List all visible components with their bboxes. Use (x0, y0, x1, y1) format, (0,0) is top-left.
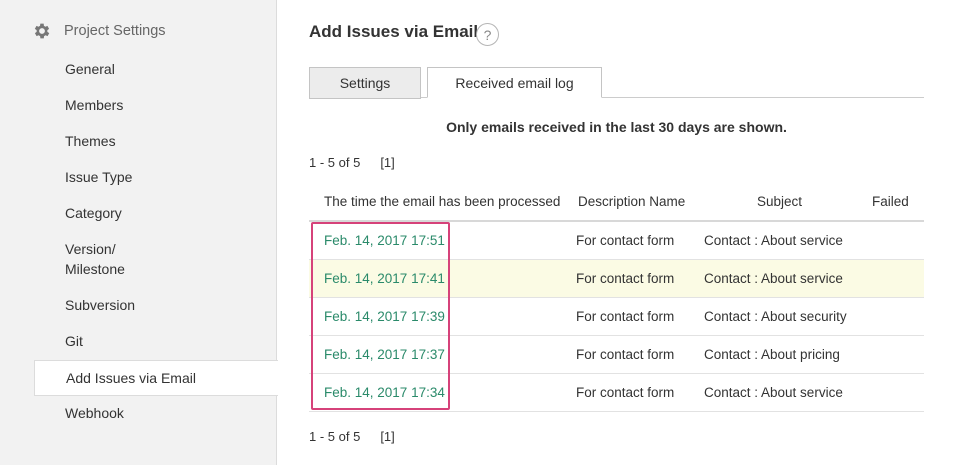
table-header: The time the email has been processed De… (309, 184, 924, 222)
sidebar-item-git[interactable]: Git (34, 330, 277, 352)
sidebar-item-general[interactable]: General (34, 58, 277, 80)
help-icon[interactable]: ? (476, 23, 499, 46)
subject-cell: Contact : About service (704, 271, 843, 286)
sidebar-item-version-milestone[interactable]: Version/ Milestone (34, 238, 277, 280)
sidebar-item-subversion[interactable]: Subversion (34, 294, 277, 316)
sidebar-item-label: Themes (65, 133, 116, 149)
subject-cell: Contact : About service (704, 385, 843, 400)
sidebar-item-webhook[interactable]: Webhook (34, 402, 277, 424)
header-description: Description Name (578, 194, 686, 209)
table-row: Feb. 14, 2017 17:37 For contact form Con… (309, 336, 924, 374)
sidebar-item-members[interactable]: Members (34, 94, 277, 116)
header-subject: Subject (757, 194, 803, 209)
subject-cell: Contact : About service (704, 233, 843, 248)
sidebar-item-add-issues-via-email[interactable]: Add Issues via Email (34, 360, 278, 396)
description-cell: For contact form (576, 233, 675, 248)
pager-top: 1 - 5 of 5 [1] (309, 155, 395, 170)
tab-label: Settings (339, 75, 391, 91)
sidebar-item-label: Members (65, 97, 124, 113)
sidebar-item-label: Add Issues via Email (66, 370, 196, 386)
processed-time-link[interactable]: Feb. 14, 2017 17:34 (324, 385, 445, 400)
main-content: Add Issues via Email ? Settings Received… (277, 0, 956, 465)
processed-time-link[interactable]: Feb. 14, 2017 17:39 (324, 309, 445, 324)
table-row: Feb. 14, 2017 17:41 For contact form Con… (309, 260, 924, 298)
sidebar-item-label: Webhook (65, 405, 124, 421)
pager-page-link[interactable]: [1] (380, 429, 394, 444)
description-cell: For contact form (576, 385, 675, 400)
description-cell: For contact form (576, 347, 675, 362)
sidebar-header: Project Settings (32, 20, 166, 42)
sidebar: Project Settings General Members Themes … (0, 0, 278, 465)
sidebar-item-label: Git (65, 333, 83, 349)
processed-time-link[interactable]: Feb. 14, 2017 17:37 (324, 347, 445, 362)
sidebar-item-label: General (65, 61, 115, 77)
sidebar-item-category[interactable]: Category (34, 202, 277, 224)
sidebar-item-issue-type[interactable]: Issue Type (34, 166, 277, 188)
sidebar-item-label: Category (65, 205, 122, 221)
page-title: Add Issues via Email (309, 22, 479, 41)
processed-time-link[interactable]: Feb. 14, 2017 17:51 (324, 233, 445, 248)
processed-time-link[interactable]: Feb. 14, 2017 17:41 (324, 271, 445, 286)
table-row: Feb. 14, 2017 17:39 For contact form Con… (309, 298, 924, 336)
tab-label: Received email log (455, 74, 574, 91)
tab-received-email-log[interactable]: Received email log (427, 67, 602, 98)
pager-page-link[interactable]: [1] (380, 155, 394, 170)
sidebar-title: Project Settings (64, 23, 166, 39)
description-cell: For contact form (576, 309, 675, 324)
table-row: Feb. 14, 2017 17:34 For contact form Con… (309, 374, 924, 412)
header-failed: Failed (872, 194, 909, 209)
sidebar-item-label-line2: Milestone (65, 261, 125, 277)
subject-cell: Contact : About pricing (704, 347, 840, 362)
sidebar-item-themes[interactable]: Themes (34, 130, 277, 152)
subject-cell: Contact : About security (704, 309, 847, 324)
email-log-table: The time the email has been processed De… (309, 184, 924, 412)
pager-count: 1 - 5 of 5 (309, 429, 361, 444)
table-row: Feb. 14, 2017 17:51 For contact form Con… (309, 222, 924, 260)
sidebar-item-label: Issue Type (65, 169, 133, 185)
gear-icon (34, 23, 50, 39)
header-time: The time the email has been processed (324, 194, 561, 209)
tab-settings[interactable]: Settings (309, 67, 421, 99)
pager-bottom: 1 - 5 of 5 [1] (309, 429, 395, 444)
description-cell: For contact form (576, 271, 675, 286)
pager-count: 1 - 5 of 5 (309, 155, 361, 170)
sidebar-item-label: Subversion (65, 297, 136, 313)
sidebar-item-label: Version/ (65, 241, 116, 257)
notice-text: Only emails received in the last 30 days… (446, 119, 787, 135)
